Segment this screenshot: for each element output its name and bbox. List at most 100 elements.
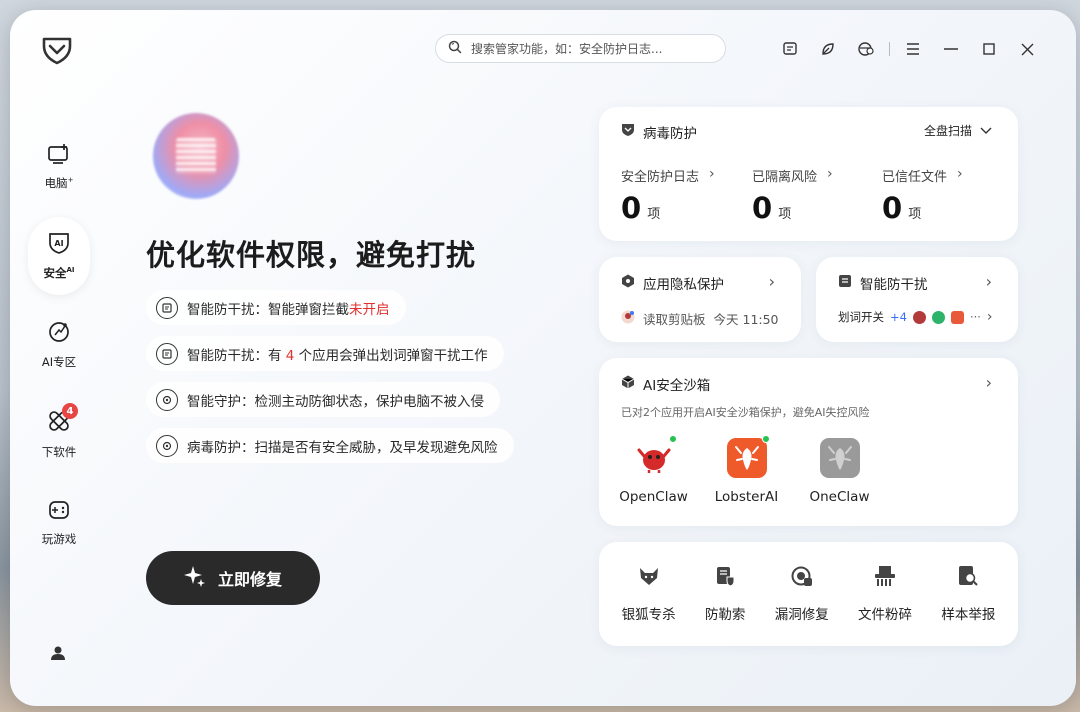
security-status-orb (153, 113, 239, 199)
ai-zone-icon (47, 320, 71, 347)
sandbox-app-openclaw[interactable]: OpenClaw (619, 435, 688, 505)
computer-add-icon (47, 143, 71, 168)
page-title: 优化软件权限，避免打扰 (146, 238, 477, 272)
sidebar-item-label: 安全AI (43, 266, 75, 280)
stat-quarantined-risk[interactable]: 已隔离风险 › 0项 (752, 166, 833, 225)
word-select-switch-row[interactable]: 划词开关 +4 ··· › (838, 309, 993, 325)
app-icon (950, 310, 964, 324)
active-status-dot (668, 435, 677, 443)
tool-file-shredder[interactable]: 文件粉碎 (858, 565, 912, 623)
card-header: AI安全沙箱 (621, 374, 710, 394)
svg-text:AI: AI (54, 239, 63, 248)
full-scan-dropdown[interactable]: 全盘扫描 (924, 122, 992, 139)
search-box[interactable] (435, 34, 726, 63)
tool-vulnerability-fix[interactable]: 漏洞修复 (775, 565, 829, 623)
app-icon (931, 310, 945, 324)
card-title: 病毒防护 (643, 126, 697, 142)
chevron-right-icon: › (986, 309, 993, 325)
shield-scan-icon (156, 434, 178, 457)
issue-item-word-popup[interactable]: 智能防干扰：有 4 个应用会弹出划词弹窗干扰工作 (146, 336, 504, 371)
openclaw-icon (634, 435, 677, 478)
card-title: 智能防干扰 (860, 277, 928, 293)
sidebar-item-download-software[interactable]: 4 下软件 (28, 395, 90, 473)
fix-now-button[interactable]: 立即修复 (146, 551, 320, 605)
sidebar-item-security-ai[interactable]: AI 安全AI (28, 217, 90, 295)
issue-item-virus-scan[interactable]: 病毒防护：扫描是否有安全威胁，及早发现避免风险 (146, 428, 514, 463)
gamepad-icon (47, 499, 71, 524)
sidebar: 电脑+ AI 安全AI AI专区 4 下软件 玩游戏 (28, 128, 90, 573)
issue-text: 智能防干扰：智能弹窗拦截未开启 (187, 301, 390, 318)
ai-sandbox-card: AI安全沙箱 › 已对2个应用开启AI安全沙箱保护，避免AI失控风险 OpenC… (599, 358, 1018, 526)
privacy-event: 读取剪贴板 今天 11:50 (621, 309, 781, 328)
sidebar-item-label: 下软件 (41, 445, 77, 459)
skin-icon[interactable] (847, 36, 885, 62)
sidebar-item-ai-zone[interactable]: AI专区 (28, 306, 90, 384)
menu-icon[interactable] (894, 36, 932, 62)
oneclaw-icon (819, 438, 860, 478)
sample-report-icon (957, 565, 979, 591)
scan-issue-icon (156, 342, 178, 365)
hexagon-lock-icon (621, 274, 635, 292)
active-status-dot (761, 435, 770, 443)
chevron-down-icon (980, 124, 992, 138)
issue-list: 智能防干扰：智能弹窗拦截未开启 智能防干扰：有 4 个应用会弹出划词弹窗干扰工作… (146, 290, 514, 474)
shield-scan-icon (156, 388, 178, 411)
shield-icon (621, 123, 635, 141)
search-input[interactable] (471, 41, 711, 56)
user-avatar-icon[interactable] (45, 640, 71, 666)
notification-badge: 4 (62, 403, 78, 419)
ai-shield-icon: AI (47, 231, 71, 258)
sandbox-app-oneclaw[interactable]: OneClaw (807, 438, 872, 505)
issue-item-popup-block[interactable]: 智能防干扰：智能弹窗拦截未开启 (146, 290, 406, 325)
app-logo-icon (40, 32, 74, 66)
card-title: AI安全沙箱 (643, 378, 711, 394)
issue-text: 智能防干扰：有 4 个应用会弹出划词弹窗干扰工作 (187, 347, 488, 364)
block-popup-icon (838, 274, 852, 292)
scan-issue-icon (156, 296, 178, 319)
tools-card: 银狐专杀 防勒索 漏洞修复 文件粉碎 样本举报 (599, 542, 1018, 646)
tool-silver-fox-kill[interactable]: 银狐专杀 (622, 565, 676, 623)
app-privacy-card[interactable]: 应用隐私保护 › 读取剪贴板 今天 11:50 (599, 257, 801, 342)
issue-item-active-defense[interactable]: 智能守护：检测主动防御状态，保护电脑不被入侵 (146, 382, 500, 417)
sparkle-icon (183, 565, 206, 591)
cube-icon (621, 375, 635, 393)
stat-trusted-files[interactable]: 已信任文件 › 0项 (882, 166, 963, 225)
app-avatar-icon (621, 310, 635, 327)
chevron-right-icon: › (957, 166, 963, 182)
card-header: 病毒防护 (621, 122, 697, 142)
title-bar-divider (889, 42, 890, 56)
sidebar-item-computer[interactable]: 电脑+ (28, 128, 90, 206)
lobsterai-icon (726, 435, 770, 478)
chevron-right-icon: › (827, 166, 833, 182)
title-bar-controls (771, 36, 1046, 62)
tool-sample-report[interactable]: 样本举报 (941, 565, 995, 623)
close-icon[interactable] (1008, 36, 1046, 62)
feedback-icon[interactable] (771, 36, 809, 62)
anti-ransom-icon (714, 565, 736, 591)
vulnerability-fix-icon (791, 565, 813, 591)
issue-text: 智能守护：检测主动防御状态，保护电脑不被入侵 (187, 393, 484, 410)
sandbox-app-list: OpenClaw LobsterAI OneClaw (619, 435, 872, 505)
card-header: 智能防干扰 (838, 273, 928, 293)
sidebar-item-label: 电脑+ (44, 176, 74, 190)
chevron-right-icon: › (768, 272, 775, 291)
chevron-right-icon[interactable]: › (986, 373, 992, 392)
fox-icon (638, 565, 660, 591)
sandbox-description: 已对2个应用开启AI安全沙箱保护，避免AI失控风险 (621, 406, 870, 419)
issue-text: 病毒防护：扫描是否有安全威胁，及早发现避免风险 (187, 439, 498, 456)
sandbox-app-lobsterai[interactable]: LobsterAI (714, 435, 779, 505)
chevron-right-icon: › (709, 166, 715, 182)
file-shredder-icon (874, 565, 896, 591)
anti-interference-card[interactable]: 智能防干扰 › 划词开关 +4 ··· › (816, 257, 1018, 342)
minimize-icon[interactable] (932, 36, 970, 62)
app-icon (912, 310, 926, 324)
maximize-icon[interactable] (970, 36, 1008, 62)
tool-anti-ransomware[interactable]: 防勒索 (705, 565, 745, 623)
chevron-right-icon: › (985, 272, 992, 291)
leaf-icon[interactable] (809, 36, 847, 62)
sidebar-item-label: AI专区 (41, 355, 77, 369)
stat-protection-log[interactable]: 安全防护日志 › 0项 (621, 166, 715, 225)
document-icon (176, 138, 216, 174)
search-icon (448, 39, 462, 58)
sidebar-item-games[interactable]: 玩游戏 (28, 484, 90, 562)
